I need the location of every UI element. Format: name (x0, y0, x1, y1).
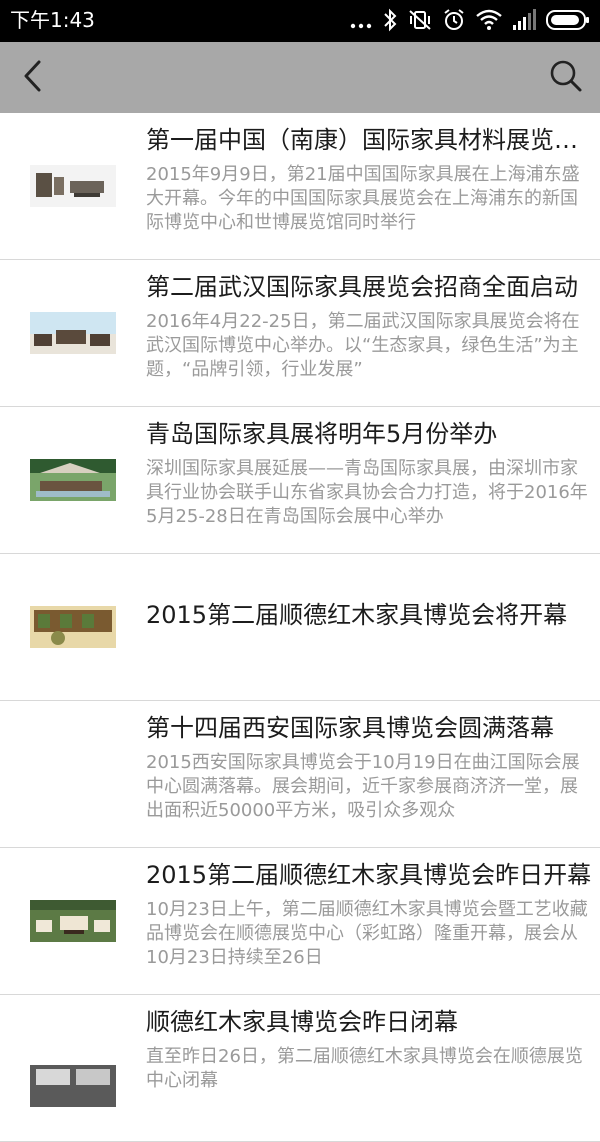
signal-icon (512, 9, 536, 31)
news-summary: 2016年4月22-25日，第二届武汉国际家具展览会将在武汉国际博览中心举办。以… (146, 311, 580, 380)
more-dots-icon (350, 10, 372, 30)
news-thumbnail (28, 848, 118, 994)
news-summary: 深圳国际家具展延展——青岛国际家具展，由深圳市家具行业协会联手山东省家具协会合力… (146, 458, 588, 527)
status-bar: 下午1:43 (0, 0, 600, 42)
news-item[interactable]: 2015第二届顺德红木家具博览会昨日开幕 10月23日上午，第二届顺德红木家具博… (0, 848, 600, 995)
news-thumbnail (28, 1031, 118, 1141)
news-list: 第一届中国（南康）国际家具材料展览会盛大开幕 2015年9月9日，第21届中国国… (0, 113, 600, 1142)
news-summary: 2015年9月9日，第21届中国国际家具展在上海浦东盛大开幕。今年的中国国际家具… (146, 164, 580, 233)
app-bar (0, 42, 600, 113)
alarm-icon (442, 8, 466, 32)
news-title: 顺德红木家具博览会昨日闭幕 (146, 1008, 458, 1036)
search-icon (549, 59, 583, 97)
news-title: 第十四届西安国际家具博览会圆满落幕 (146, 714, 554, 742)
status-icons (350, 5, 590, 35)
news-summary: 10月23日上午，第二届顺德红木家具博览会暨工艺收藏品博览会在顺德展览中心（彩虹… (146, 899, 588, 968)
battery-icon (546, 9, 590, 31)
status-time: 下午1:43 (10, 8, 95, 32)
back-arrow-icon (21, 59, 43, 97)
wifi-icon (476, 9, 502, 31)
vibrate-icon (408, 8, 432, 32)
news-title: 2015第二届顺德红木家具博览会将开幕 (146, 601, 568, 629)
search-button[interactable] (546, 58, 586, 98)
news-item[interactable]: 顺德红木家具博览会昨日闭幕 直至昨日26日，第二届顺德红木家具博览会在顺德展览中… (0, 995, 600, 1142)
news-title: 第一届中国（南康）国际家具材料展览会盛大开幕 (146, 126, 592, 154)
news-summary: 直至昨日26日，第二届顺德红木家具博览会在顺德展览中心闭幕 (146, 1046, 583, 1091)
back-button[interactable] (14, 58, 50, 98)
news-item[interactable]: 青岛国际家具展将明年5月份举办 深圳国际家具展延展——青岛国际家具展，由深圳市家… (0, 407, 600, 554)
news-thumbnail (28, 407, 118, 553)
news-item[interactable]: 第一届中国（南康）国际家具材料展览会盛大开幕 2015年9月9日，第21届中国国… (0, 113, 600, 260)
news-title: 青岛国际家具展将明年5月份举办 (146, 420, 498, 448)
news-item[interactable]: 2015第二届顺德红木家具博览会将开幕 (0, 554, 600, 701)
news-thumbnail (28, 554, 118, 700)
news-item[interactable]: 第二届武汉国际家具展览会招商全面启动 2016年4月22-25日，第二届武汉国际… (0, 260, 600, 407)
news-thumbnail (28, 260, 118, 406)
news-title: 第二届武汉国际家具展览会招商全面启动 (146, 273, 578, 301)
news-summary: 2015西安国际家具博览会于10月19日在曲江国际会展中心圆满落幕。展会期间，近… (146, 752, 580, 821)
news-thumbnail (28, 113, 118, 259)
news-item[interactable]: 第十四届西安国际家具博览会圆满落幕 2015西安国际家具博览会于10月19日在曲… (0, 701, 600, 848)
bluetooth-icon (382, 8, 398, 32)
news-title: 2015第二届顺德红木家具博览会昨日开幕 (146, 861, 592, 889)
